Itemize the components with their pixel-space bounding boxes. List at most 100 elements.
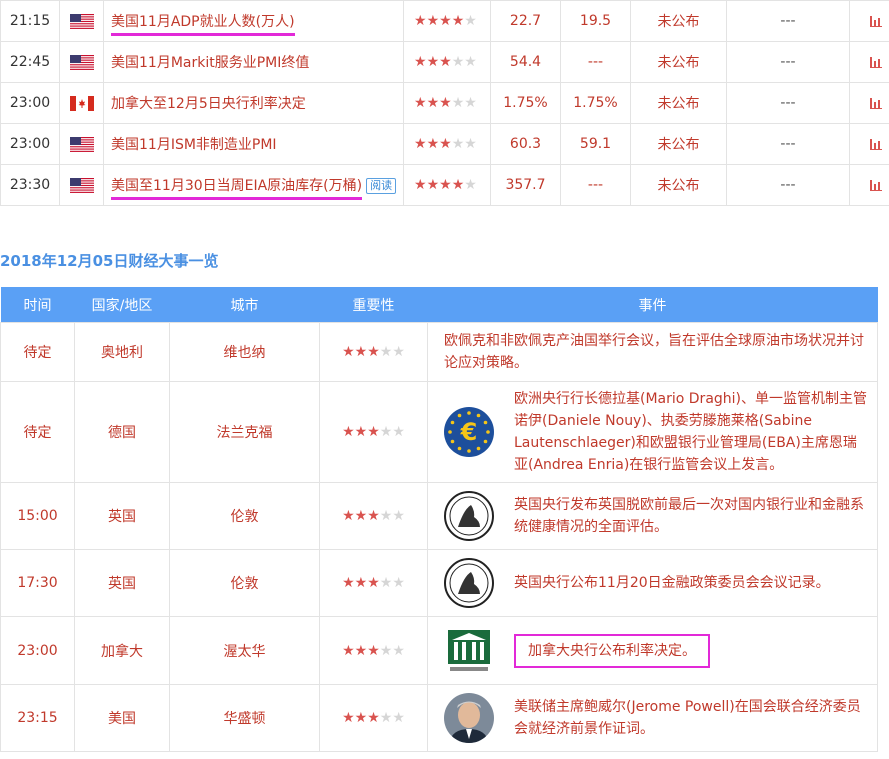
star-icon: ★ bbox=[414, 13, 427, 29]
event-title[interactable]: 美国11月ISM非制造业PMI bbox=[111, 137, 277, 153]
star-icon: ★ bbox=[379, 424, 393, 440]
boe-seal-icon bbox=[444, 491, 494, 541]
impact-value: --- bbox=[726, 0, 850, 42]
chart-link[interactable] bbox=[849, 164, 889, 206]
event-cell[interactable]: 美国至11月30日当周EIA原油库存(万桶) 阅读 bbox=[103, 164, 404, 206]
star-icon: ★ bbox=[414, 136, 427, 152]
calendar-row: 21:15 美国11月ADP就业人数(万人) ★★★★★ 22.7 19.5 未公布 --- bbox=[0, 0, 889, 42]
event-text: 欧洲央行行长德拉基(Mario Draghi)、单一监管机制主管诺伊(Danie… bbox=[514, 391, 868, 473]
star-icon: ★ bbox=[464, 13, 477, 29]
event-country: 美国 bbox=[74, 684, 170, 752]
star-icon: ★ bbox=[451, 95, 465, 111]
events-table-header: 时间 国家/地区 城市 重要性 事件 bbox=[0, 287, 878, 323]
star-icon: ★ bbox=[464, 95, 477, 111]
star-icon: ★ bbox=[451, 177, 465, 193]
star-icon: ★ bbox=[439, 177, 452, 193]
event-row: 23:15 美国 华盛顿 ★★★★★ 美联储主席鲍威尔(Jerome Powell)在国… bbox=[0, 684, 878, 752]
calendar-data-table: 21:15 美国11月ADP就业人数(万人) ★★★★★ 22.7 19.5 未公布 ---… bbox=[0, 0, 889, 206]
forecast-value: --- bbox=[560, 41, 631, 83]
event-country: 德国 bbox=[74, 381, 170, 483]
status-text: 未公布 bbox=[630, 123, 727, 165]
header-importance: 重要性 bbox=[319, 287, 428, 323]
impact-value: --- bbox=[726, 164, 850, 206]
bar-chart-icon[interactable] bbox=[869, 138, 883, 150]
us-flag-icon bbox=[69, 13, 94, 29]
bar-chart-icon[interactable] bbox=[869, 179, 883, 191]
star-icon: ★ bbox=[426, 54, 440, 70]
star-icon: ★ bbox=[392, 344, 405, 360]
section-title: 2018年12月05日财经大事一览 bbox=[0, 252, 219, 270]
event-cell: 欧佩克和非欧佩克产油国举行会议，旨在评估全球原油市场状况并讨论应对策略。 bbox=[427, 322, 878, 382]
importance-stars: ★★★★★ bbox=[319, 381, 428, 483]
star-icon: ★ bbox=[414, 177, 427, 193]
star-icon: ★ bbox=[464, 136, 477, 152]
bar-chart-icon[interactable] bbox=[869, 97, 883, 109]
bar-chart-icon[interactable] bbox=[869, 15, 883, 27]
event-title[interactable]: 美国11月Markit服务业PMI终值 bbox=[111, 55, 309, 71]
star-icon: ★ bbox=[354, 642, 368, 659]
event-cell: 英国央行发布英国脱欧前最后一次对国内银行业和金融系统健康情况的全面评估。 bbox=[427, 482, 878, 550]
event-cell[interactable]: 美国11月ADP就业人数(万人) bbox=[103, 0, 404, 42]
impact-value: --- bbox=[726, 41, 850, 83]
importance-stars: ★★★★★ bbox=[403, 0, 491, 42]
star-icon: ★ bbox=[367, 344, 380, 360]
event-cell[interactable]: 加拿大至12月5日央行利率决定 bbox=[103, 82, 404, 124]
star-icon: ★ bbox=[367, 424, 380, 440]
star-icon: ★ bbox=[392, 575, 405, 591]
star-icon: ★ bbox=[451, 54, 465, 70]
bar-chart-icon[interactable] bbox=[869, 56, 883, 68]
chart-link[interactable] bbox=[849, 41, 889, 83]
star-icon: ★ bbox=[426, 177, 440, 193]
event-cell[interactable]: 美国11月ISM非制造业PMI bbox=[103, 123, 404, 165]
event-time: 23:15 bbox=[0, 684, 75, 752]
event-time: 待定 bbox=[0, 381, 75, 483]
event-cell[interactable]: 美国11月Markit服务业PMI终值 bbox=[103, 41, 404, 83]
importance-stars: ★★★★★ bbox=[319, 616, 428, 685]
flag-cell bbox=[59, 82, 104, 124]
event-title[interactable]: 加拿大至12月5日央行利率决定 bbox=[111, 96, 306, 112]
ecb-euro-logo-icon: € bbox=[444, 407, 494, 457]
flag-cell bbox=[59, 123, 104, 165]
event-city: 伦敦 bbox=[169, 549, 320, 617]
event-city: 法兰克福 bbox=[169, 381, 320, 483]
us-flag-icon bbox=[69, 54, 94, 70]
flag-cell bbox=[59, 0, 104, 42]
star-icon: ★ bbox=[367, 575, 380, 591]
star-icon: ★ bbox=[379, 710, 393, 726]
row-time: 23:30 bbox=[0, 164, 60, 206]
canada-flag-icon bbox=[69, 95, 94, 111]
actual-value: 1.75% bbox=[490, 82, 561, 124]
calendar-row: 23:00 美国11月ISM非制造业PMI ★★★★★ 60.3 59.1 未公布 --- bbox=[0, 123, 889, 165]
star-icon: ★ bbox=[367, 508, 380, 524]
star-icon: ★ bbox=[451, 13, 465, 29]
event-country: 加拿大 bbox=[74, 616, 170, 685]
forecast-value: 59.1 bbox=[560, 123, 631, 165]
row-time: 22:45 bbox=[0, 41, 60, 83]
star-icon: ★ bbox=[379, 508, 393, 524]
event-country: 英国 bbox=[74, 482, 170, 550]
importance-stars: ★★★★★ bbox=[319, 684, 428, 752]
event-title[interactable]: 美国至11月30日当周EIA原油库存(万桶) bbox=[111, 178, 363, 200]
forecast-value: 19.5 bbox=[560, 0, 631, 42]
star-icon: ★ bbox=[439, 13, 452, 29]
star-icon: ★ bbox=[367, 710, 380, 726]
star-icon: ★ bbox=[426, 95, 440, 111]
star-icon: ★ bbox=[342, 424, 355, 440]
flag-cell bbox=[59, 41, 104, 83]
actual-value: 357.7 bbox=[490, 164, 561, 206]
star-icon: ★ bbox=[464, 177, 477, 193]
read-link[interactable]: 阅读 bbox=[366, 178, 397, 194]
star-icon: ★ bbox=[354, 424, 368, 440]
event-country: 奥地利 bbox=[74, 322, 170, 382]
star-icon: ★ bbox=[342, 642, 355, 659]
boe-seal-icon bbox=[444, 558, 494, 608]
importance-stars: ★★★★★ bbox=[319, 549, 428, 617]
chart-link[interactable] bbox=[849, 82, 889, 124]
star-icon: ★ bbox=[439, 54, 452, 70]
star-icon: ★ bbox=[379, 344, 393, 360]
chart-link[interactable] bbox=[849, 0, 889, 42]
event-title[interactable]: 美国11月ADP就业人数(万人) bbox=[111, 14, 295, 36]
star-icon: ★ bbox=[464, 54, 477, 70]
chart-link[interactable] bbox=[849, 123, 889, 165]
event-row: 待定 德国 法兰克福 ★★★★★ € 欧洲央行行长德拉基(Mario Draghi)、单一… bbox=[0, 381, 878, 483]
